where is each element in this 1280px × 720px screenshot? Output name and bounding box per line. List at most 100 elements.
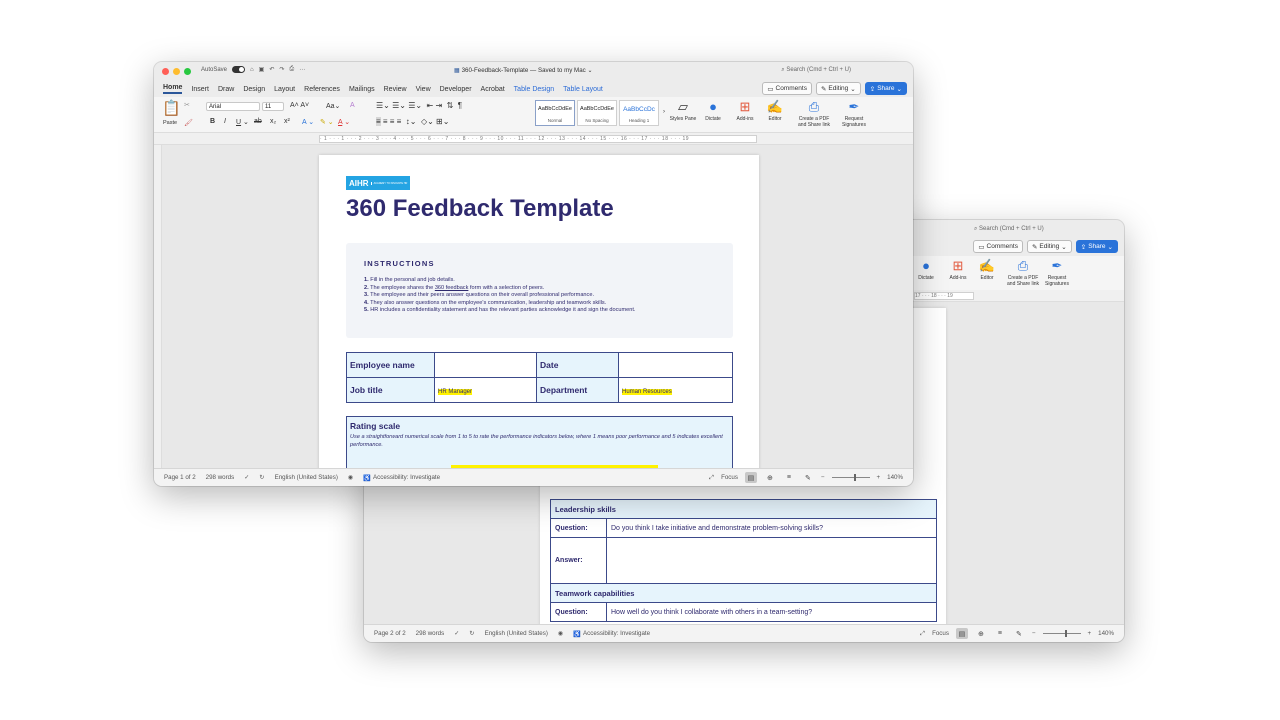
record-icon[interactable]: ◉ [348, 474, 353, 481]
tab-layout[interactable]: Layout [274, 86, 295, 93]
create-pdf-button[interactable]: ⎙ Create a PDF and Share link [1006, 258, 1040, 287]
zoom-out-button[interactable]: − [1032, 630, 1036, 637]
zoom-slider[interactable] [831, 474, 870, 481]
change-case-icon[interactable]: Aa⌄ [326, 102, 340, 110]
bold-button[interactable]: B [210, 118, 215, 125]
tab-acrobat[interactable]: Acrobat [481, 86, 505, 93]
close-icon[interactable] [162, 68, 169, 75]
draft-icon[interactable]: ✎ [802, 472, 814, 483]
tab-insert[interactable]: Insert [191, 86, 209, 93]
tab-references[interactable]: References [304, 86, 340, 93]
paragraph-align-buttons[interactable]: ≡ ≡ ≡ ≡ ↕⌄ ◇⌄ ⊞⌄ [376, 117, 449, 126]
employee-name-field[interactable] [434, 352, 537, 378]
comments-button[interactable]: ▭ Comments [973, 240, 1023, 253]
web-layout-icon[interactable]: ⊕ [764, 472, 776, 483]
tab-home[interactable]: Home [163, 84, 183, 94]
create-pdf-button[interactable]: ⎙ Create a PDF and Share link [797, 99, 831, 128]
tab-table-design[interactable]: Table Design [514, 86, 554, 93]
language[interactable]: English (United States) [485, 630, 548, 637]
comments-button[interactable]: ▭ Comments [762, 82, 812, 95]
feedback-link[interactable]: 360 feedback [435, 285, 469, 291]
outline-icon[interactable]: ≡ [783, 472, 795, 483]
subscript-button[interactable]: x₂ [270, 118, 276, 125]
paste-button[interactable]: Paste [163, 120, 177, 126]
word-count[interactable]: 298 words [206, 474, 235, 481]
search-box[interactable]: ⌕ Search (Cmd + Ctrl + U) [974, 226, 1044, 233]
italic-button[interactable]: I [224, 118, 226, 125]
editor-button[interactable]: ✍ Editor [758, 99, 792, 122]
track-changes-icon[interactable]: ↻ [259, 474, 264, 481]
horizontal-ruler[interactable]: · 1 · · · 1 · · · 2 · · · 3 · · · 4 · · … [154, 133, 913, 145]
date-field[interactable] [618, 352, 733, 378]
editor-button[interactable]: ✍ Editor [970, 258, 1004, 281]
superscript-button[interactable]: x² [284, 118, 290, 125]
autosave-toggle[interactable] [232, 66, 246, 73]
font-color-button[interactable]: A ⌄ [338, 118, 350, 126]
font-name-select[interactable]: Arial [206, 102, 260, 111]
tab-mailings[interactable]: Mailings [349, 86, 375, 93]
underline-button[interactable]: U ⌄ [236, 118, 249, 126]
print-layout-icon[interactable]: ▤ [744, 472, 757, 483]
search-box[interactable]: ⌕ Search (Cmd + Ctrl + U) [781, 67, 851, 74]
tab-table-layout[interactable]: Table Layout [563, 86, 603, 93]
style-no-spacing[interactable]: AaBbCcDdEe No Spacing [577, 100, 617, 126]
zoom-in-button[interactable]: + [877, 474, 881, 481]
job-title-field[interactable]: HR Manager [434, 377, 537, 403]
maximize-icon[interactable] [184, 68, 191, 75]
zoom-out-button[interactable]: − [821, 474, 825, 481]
text-effects-button[interactable]: A ⌄ [302, 118, 314, 126]
request-signatures-button[interactable]: ✒ Request Signatures [1040, 258, 1074, 287]
addins-button[interactable]: ⊞ Add-ins [728, 99, 762, 122]
zoom-level[interactable]: 140% [1098, 630, 1114, 637]
record-icon[interactable]: ◉ [558, 630, 563, 637]
document-page[interactable]: AIHR ACADEMY TO INNOVATE HR 360 Feedback … [319, 155, 759, 468]
home-icon[interactable]: ⌂ [250, 67, 254, 73]
focus-button[interactable]: Focus [721, 474, 738, 481]
document-title[interactable]: ▦ 360-Feedback-Template — Saved to my Ma… [454, 67, 593, 74]
clear-format-icon[interactable]: A [350, 102, 355, 109]
strikethrough-button[interactable]: ab [254, 118, 262, 125]
editing-button[interactable]: ✎ Editing ⌄ [1026, 240, 1072, 253]
cut-icon[interactable]: ✂ [184, 101, 190, 109]
department-field[interactable]: Human Resources [618, 377, 733, 403]
dictate-button[interactable]: ● Dictate [696, 99, 730, 122]
styles-pane-button[interactable]: ▱ Styles Pane [666, 99, 700, 122]
language[interactable]: English (United States) [275, 474, 338, 481]
zoom-slider[interactable] [1042, 630, 1081, 637]
share-button[interactable]: ⇪ Share ⌄ [1075, 240, 1118, 253]
save-icon[interactable]: ▣ [259, 66, 265, 73]
accessibility-status[interactable]: Accessibility: Investigate [583, 630, 650, 637]
print-icon[interactable]: ⎙ [289, 66, 294, 73]
tab-developer[interactable]: Developer [440, 86, 472, 93]
proofing-icon[interactable]: ✓ [244, 474, 249, 481]
accessibility-status[interactable]: Accessibility: Investigate [373, 474, 440, 481]
draft-icon[interactable]: ✎ [1013, 628, 1025, 639]
font-size-buttons[interactable]: A˄ A˅ [290, 102, 309, 109]
share-button[interactable]: ⇪ Share ⌄ [864, 82, 907, 95]
tab-view[interactable]: View [416, 86, 431, 93]
dictate-button[interactable]: ● Dictate [909, 258, 943, 281]
format-painter-icon[interactable]: 🖌 [184, 119, 193, 127]
outline-icon[interactable]: ≡ [994, 628, 1006, 639]
zoom-in-button[interactable]: + [1088, 630, 1092, 637]
page-count[interactable]: Page 1 of 2 [164, 474, 196, 481]
word-count[interactable]: 298 words [416, 630, 445, 637]
tab-review[interactable]: Review [384, 86, 407, 93]
more-icon[interactable]: ··· [299, 67, 305, 73]
style-normal[interactable]: AaBbCcDdEe Normal [535, 100, 575, 126]
tab-design[interactable]: Design [243, 86, 265, 93]
redo-icon[interactable]: ↷ [279, 66, 284, 73]
proofing-icon[interactable]: ✓ [454, 630, 459, 637]
minimize-icon[interactable] [173, 68, 180, 75]
paragraph-list-buttons[interactable]: ☰⌄ ☰⌄ ☰⌄ ⇤ ⇥ ⇅ ¶ [376, 101, 462, 110]
editing-button[interactable]: ✎ Editing ⌄ [815, 82, 861, 95]
document-canvas[interactable]: AIHR ACADEMY TO INNOVATE HR 360 Feedback … [162, 145, 913, 468]
clipboard-icon[interactable]: 📋 [162, 99, 181, 117]
highlight-button[interactable]: ✎ ⌄ [320, 118, 334, 126]
request-signatures-button[interactable]: ✒ Request Signatures [837, 99, 871, 128]
track-changes-icon[interactable]: ↻ [469, 630, 474, 637]
style-heading-1[interactable]: AaBbCcDc Heading 1 [619, 100, 659, 126]
focus-button[interactable]: Focus [932, 630, 949, 637]
font-size-select[interactable]: 11 [262, 102, 284, 111]
styles-more-icon[interactable]: › [663, 109, 665, 115]
